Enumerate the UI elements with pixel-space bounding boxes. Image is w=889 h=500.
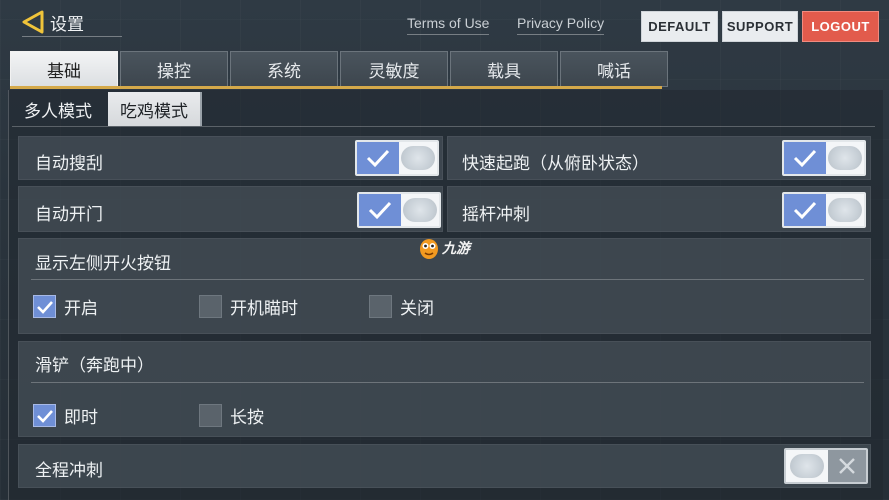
- watermark-logo: 九游: [418, 236, 470, 260]
- section-divider: [31, 382, 864, 383]
- toggle-knob: [786, 450, 828, 482]
- subtab-multiplayer[interactable]: 多人模式: [12, 92, 104, 126]
- title-underline: [22, 36, 122, 37]
- quick-sprint-toggle[interactable]: [782, 140, 866, 176]
- tab-system[interactable]: 系统: [230, 51, 338, 87]
- top-bar: 设置 Terms of Use Privacy Policy DEFAULT S…: [0, 0, 889, 44]
- mode-subtabs: 多人模式 吃鸡模式: [12, 92, 202, 126]
- option-label: 开机瞄时: [230, 299, 298, 319]
- tab-basic[interactable]: 基础: [10, 51, 118, 87]
- setting-auto-door: 自动开门: [18, 186, 443, 232]
- section-divider: [31, 279, 864, 280]
- terms-of-use-link[interactable]: Terms of Use: [407, 15, 490, 35]
- left-fire-option-scope[interactable]: 开机瞄时: [199, 294, 298, 319]
- setting-slide: 滑铲（奔跑中） 即时 长按: [18, 341, 871, 437]
- toggle-off-segment: [828, 450, 866, 482]
- slide-option-hold[interactable]: 长按: [199, 403, 264, 428]
- quick-sprint-label: 快速起跑（从俯卧状态）: [462, 154, 649, 174]
- checkmark-icon: [793, 201, 817, 220]
- toggle-knob: [826, 194, 864, 226]
- joystick-sprint-label: 摇杆冲刺: [462, 205, 530, 225]
- toggle-on-segment: [784, 194, 826, 226]
- watermark-text: 九游: [442, 241, 470, 257]
- option-label: 关闭: [400, 299, 434, 319]
- privacy-policy-link[interactable]: Privacy Policy: [517, 15, 605, 35]
- checkbox-unchecked: [199, 295, 222, 318]
- tab-vehicle[interactable]: 载具: [450, 51, 558, 87]
- tab-quick-chat[interactable]: 喊话: [560, 51, 668, 87]
- full-sprint-toggle[interactable]: [784, 448, 868, 484]
- option-label: 即时: [64, 408, 98, 428]
- full-sprint-label: 全程冲刺: [35, 461, 103, 481]
- checkbox-checked: [33, 404, 56, 427]
- left-fire-option-on[interactable]: 开启: [33, 294, 98, 319]
- tab-controls[interactable]: 操控: [120, 51, 228, 87]
- subtabs-divider: [12, 126, 875, 127]
- left-fire-label: 显示左侧开火按钮: [35, 254, 171, 274]
- subtab-battle-royale[interactable]: 吃鸡模式: [108, 92, 202, 126]
- auto-pickup-label: 自动搜刮: [35, 154, 103, 174]
- slide-label: 滑铲（奔跑中）: [35, 356, 154, 376]
- setting-full-sprint: 全程冲刺: [18, 444, 871, 488]
- auto-door-toggle[interactable]: [357, 192, 441, 228]
- option-label: 长按: [230, 408, 264, 428]
- auto-pickup-toggle[interactable]: [355, 140, 439, 176]
- tabs-underline: [10, 86, 662, 89]
- support-button[interactable]: SUPPORT: [722, 11, 798, 42]
- default-button[interactable]: DEFAULT: [641, 11, 718, 42]
- checkbox-unchecked: [369, 295, 392, 318]
- option-label: 开启: [64, 299, 98, 319]
- toggle-on-segment: [357, 142, 399, 174]
- checkmark-icon: [793, 149, 817, 168]
- checkmark-icon: [36, 300, 53, 314]
- toggle-knob: [401, 194, 439, 226]
- setting-joystick-sprint: 摇杆冲刺: [447, 186, 871, 232]
- setting-auto-pickup: 自动搜刮: [18, 136, 443, 180]
- joystick-sprint-toggle[interactable]: [782, 192, 866, 228]
- toggle-on-segment: [784, 142, 826, 174]
- back-button[interactable]: [20, 9, 46, 35]
- checkbox-unchecked: [199, 404, 222, 427]
- back-arrow-icon: [22, 10, 44, 34]
- toggle-on-segment: [359, 194, 401, 226]
- logout-button[interactable]: LOGOUT: [802, 11, 879, 42]
- checkmark-icon: [368, 201, 392, 220]
- checkmark-icon: [366, 149, 390, 168]
- setting-quick-sprint: 快速起跑（从俯卧状态）: [447, 136, 871, 180]
- auto-door-label: 自动开门: [35, 205, 103, 225]
- toggle-knob: [399, 142, 437, 174]
- main-tabs: 基础 操控 系统 灵敏度 载具 喊话: [10, 51, 670, 87]
- tab-sensitivity[interactable]: 灵敏度: [340, 51, 448, 87]
- close-icon: [839, 458, 855, 474]
- checkmark-icon: [36, 409, 53, 423]
- slide-option-instant[interactable]: 即时: [33, 403, 98, 428]
- left-fire-option-off[interactable]: 关闭: [369, 294, 434, 319]
- checkbox-checked: [33, 295, 56, 318]
- toggle-knob: [826, 142, 864, 174]
- mascot-icon: [420, 239, 438, 259]
- page-title: 设置: [50, 15, 84, 35]
